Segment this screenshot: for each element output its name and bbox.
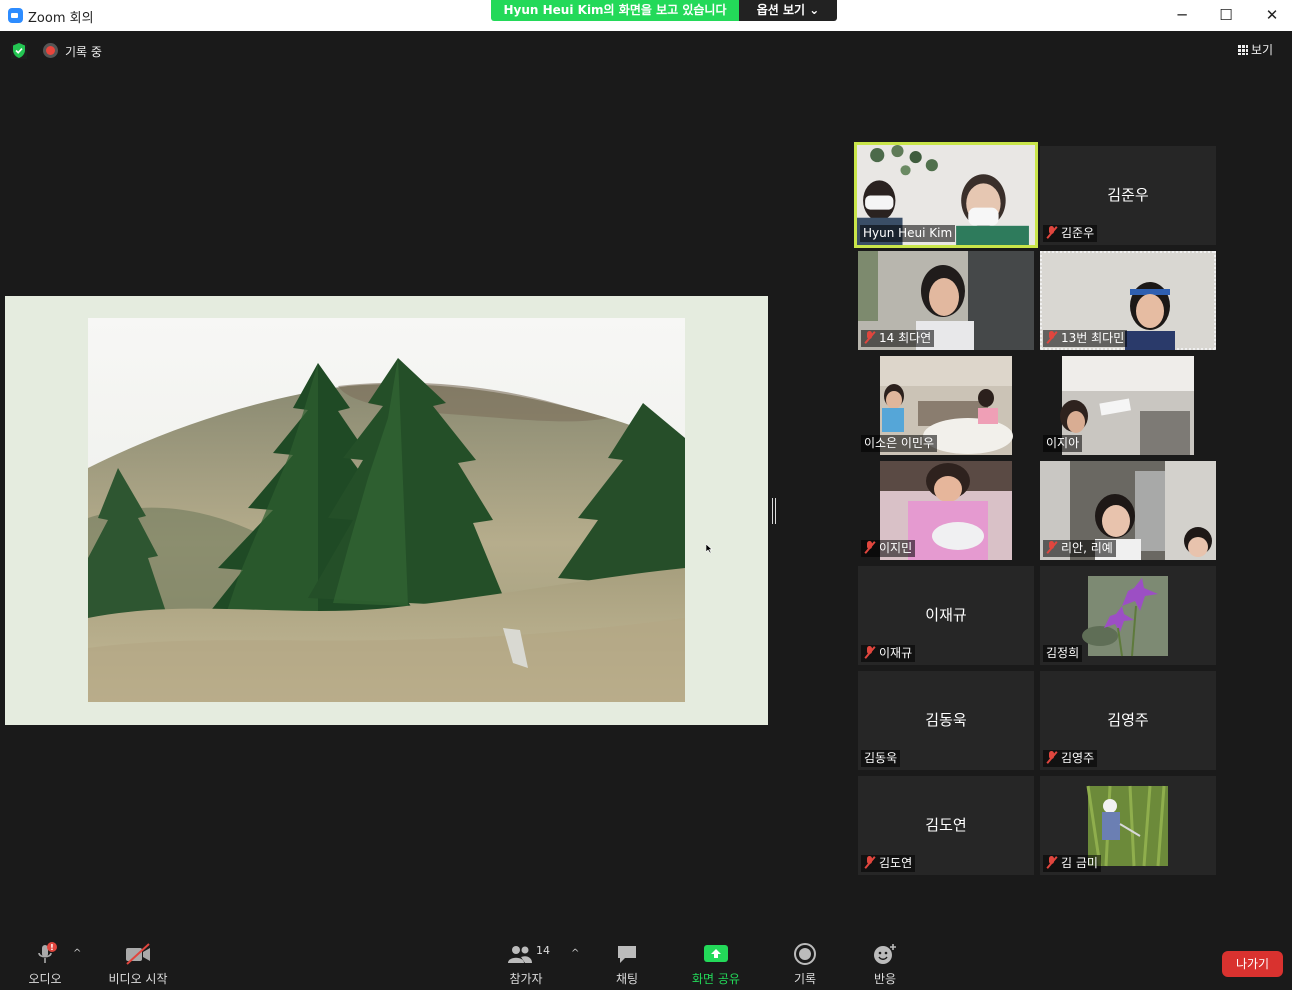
- participant-tile-kimdoyeon[interactable]: 김도연 김도연: [858, 776, 1034, 875]
- participant-display-name: 김영주: [1107, 711, 1149, 729]
- record-button[interactable]: 기록: [788, 942, 822, 987]
- mic-muted-icon: [1046, 751, 1057, 764]
- participant-tile-hyun[interactable]: Hyun Heui Kim: [854, 142, 1038, 248]
- participant-name-label: 김준우: [1043, 225, 1098, 242]
- participants-options-chevron-icon[interactable]: ^: [571, 948, 579, 959]
- participant-tile-choidayeon[interactable]: 14 최다연: [858, 251, 1034, 350]
- participant-tile-leejaegyu[interactable]: 이재규 이재규: [858, 566, 1034, 665]
- view-button[interactable]: 보기: [1238, 40, 1284, 60]
- recording-label: 기록 중: [65, 45, 102, 59]
- participant-name: 이지민: [879, 541, 913, 555]
- participant-name-label: 이재규: [861, 645, 916, 662]
- zoom-logo-icon: [8, 8, 23, 23]
- participants-icon: 14: [503, 942, 550, 966]
- mic-muted-icon: [1046, 331, 1057, 344]
- participant-name: Hyun Heui Kim: [863, 226, 953, 240]
- shared-screen: [5, 296, 768, 725]
- view-options-button[interactable]: 옵션 보기 ⌄: [739, 0, 837, 21]
- chat-button[interactable]: 채팅: [610, 942, 644, 987]
- participant-tile-kimjunwoo[interactable]: 김준우 김준우: [1040, 146, 1216, 245]
- record-icon: [793, 942, 817, 966]
- audio-label: 오디오: [28, 972, 62, 986]
- participant-display-name: 김도연: [925, 816, 967, 834]
- participant-display-name: 이재규: [925, 606, 967, 624]
- chat-icon: [615, 942, 639, 966]
- chat-label: 채팅: [615, 972, 639, 986]
- participants-label: 참가자: [509, 972, 543, 986]
- mic-muted-icon: [864, 541, 875, 554]
- participant-name-label: 김영주: [1043, 750, 1098, 767]
- participant-display-name: 김동욱: [925, 711, 967, 729]
- audio-button[interactable]: ! 오디오: [22, 942, 68, 987]
- close-button[interactable]: ✕: [1257, 5, 1287, 25]
- participant-name-label: Hyun Heui Kim: [860, 225, 956, 242]
- participant-tile-kimjeonghui[interactable]: 김정희: [1040, 566, 1216, 665]
- participant-name: 이소은 이민우: [864, 436, 935, 450]
- participant-name-label: 김정희: [1043, 645, 1083, 662]
- share-screen-icon: [703, 942, 729, 966]
- participant-tile-rian[interactable]: 리안, 리예: [1040, 461, 1216, 560]
- participant-name-label: 김도연: [861, 855, 916, 872]
- participant-name: 김도연: [879, 856, 913, 870]
- leave-button[interactable]: 나가기: [1222, 951, 1283, 977]
- mouse-cursor-icon: [706, 544, 713, 553]
- maximize-button[interactable]: ☐: [1211, 5, 1241, 25]
- video-off-icon: [124, 942, 152, 966]
- participant-name-label: 김동욱: [861, 750, 901, 767]
- recording-icon: [43, 43, 58, 58]
- reactions-label: 반응: [873, 972, 897, 986]
- participant-name-label: 14 최다연: [861, 330, 935, 347]
- participant-name-label: 13번 최다민: [1043, 330, 1128, 347]
- video-label: 비디오 시작: [108, 972, 168, 986]
- start-video-button[interactable]: 비디오 시작: [104, 942, 172, 987]
- participant-tile-leejia[interactable]: 이지아: [1040, 356, 1216, 455]
- view-label: 보기: [1251, 43, 1274, 57]
- grid-icon: [1238, 45, 1248, 55]
- share-screen-button[interactable]: 화면 공유: [686, 942, 746, 987]
- participants-button[interactable]: 14 참가자: [500, 942, 552, 987]
- microphone-icon: !: [33, 942, 57, 966]
- screen-share-banner: Hyun Heui Kim의 화면을 보고 있습니다: [491, 0, 739, 21]
- participant-tile-leejimin[interactable]: 이지민: [858, 461, 1034, 560]
- share-screen-label: 화면 공유: [692, 972, 740, 986]
- mic-muted-icon: [864, 331, 875, 344]
- mic-muted-icon: [1046, 541, 1057, 554]
- participant-tile-kimyeongju[interactable]: 김영주 김영주: [1040, 671, 1216, 770]
- participant-name: 리안, 리예: [1061, 541, 1113, 555]
- mic-muted-icon: [1046, 856, 1057, 869]
- participant-name: 이재규: [879, 646, 913, 660]
- minimize-button[interactable]: ─: [1167, 5, 1197, 25]
- participant-tile-kimdonguk[interactable]: 김동욱 김동욱: [858, 671, 1034, 770]
- participant-tile-choidamin[interactable]: 13번 최다민: [1040, 251, 1216, 350]
- participant-name-label: 이소은 이민우: [861, 435, 938, 452]
- participant-name-label: 이지아: [1043, 435, 1083, 452]
- participant-tile-kimgeummi[interactable]: 김 금미: [1040, 776, 1216, 875]
- participant-name: 김영주: [1061, 751, 1095, 765]
- participant-name: 13번 최다민: [1061, 331, 1125, 345]
- participant-name-label: 리안, 리예: [1043, 540, 1116, 557]
- reactions-button[interactable]: 반응: [867, 942, 903, 987]
- participant-name-label: 김 금미: [1043, 855, 1101, 872]
- participant-name: 김 금미: [1061, 856, 1098, 870]
- split-resize-handle[interactable]: [772, 498, 776, 524]
- audio-options-chevron-icon[interactable]: ^: [73, 948, 81, 959]
- mic-muted-icon: [864, 856, 875, 869]
- participant-name-label: 이지민: [861, 540, 916, 557]
- participant-name: 이지아: [1046, 436, 1080, 450]
- participant-name: 김정희: [1046, 646, 1080, 660]
- participant-display-name: 김준우: [1107, 186, 1149, 204]
- participant-name: 김준우: [1061, 226, 1095, 240]
- record-label: 기록: [793, 972, 817, 986]
- participant-name: 14 최다연: [879, 331, 932, 345]
- smiley-icon: [872, 942, 898, 966]
- mic-muted-icon: [864, 646, 875, 659]
- svg-text:!: !: [50, 943, 54, 952]
- shared-photo-fir-trees: [88, 318, 685, 702]
- window-title: Zoom 회의: [28, 11, 94, 26]
- participant-name: 김동욱: [864, 751, 898, 765]
- participant-tile-leesoeun[interactable]: 이소은 이민우: [858, 356, 1034, 455]
- shield-icon[interactable]: [11, 42, 27, 59]
- mic-muted-icon: [1046, 226, 1057, 239]
- participants-count: 14: [536, 944, 550, 957]
